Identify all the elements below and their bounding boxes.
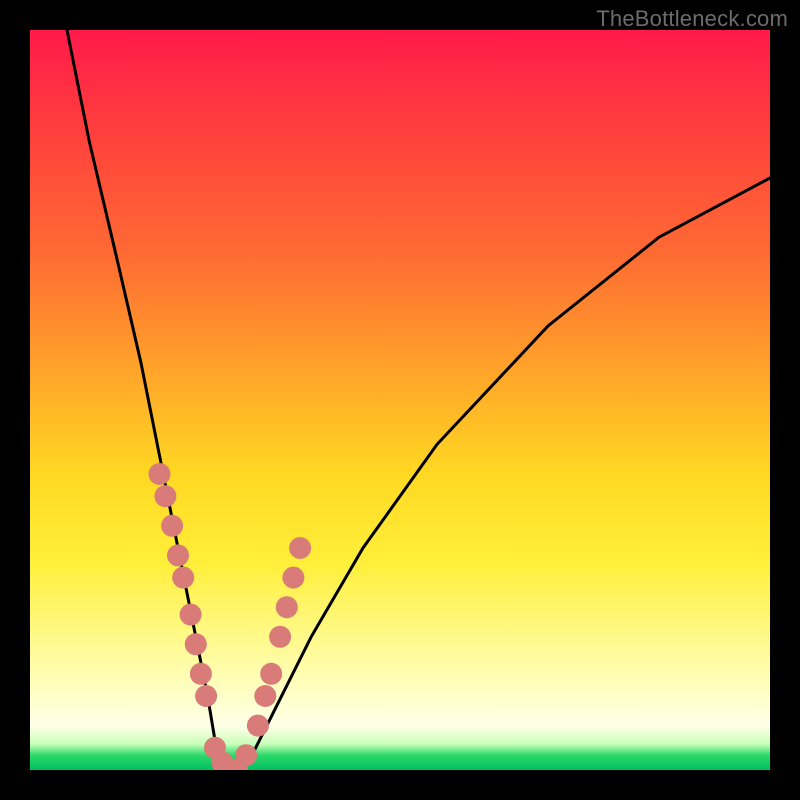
data-point [161, 515, 183, 537]
data-point [190, 663, 212, 685]
data-point [167, 544, 189, 566]
data-point [260, 663, 282, 685]
data-point [185, 633, 207, 655]
chart-plot-area [30, 30, 770, 770]
data-point [172, 567, 194, 589]
data-point [254, 685, 276, 707]
curve-group [67, 30, 770, 770]
data-point [149, 463, 171, 485]
data-point [282, 567, 304, 589]
watermark-text: TheBottleneck.com [596, 6, 788, 32]
data-point [289, 537, 311, 559]
data-point [276, 596, 298, 618]
data-point [180, 604, 202, 626]
data-point [235, 744, 257, 766]
data-point [195, 685, 217, 707]
chart-frame: TheBottleneck.com [0, 0, 800, 800]
bottleneck-curve [67, 30, 770, 770]
data-point [247, 715, 269, 737]
marker-group [149, 463, 312, 770]
bottleneck-curve-svg [30, 30, 770, 770]
data-point [154, 485, 176, 507]
data-point [269, 626, 291, 648]
